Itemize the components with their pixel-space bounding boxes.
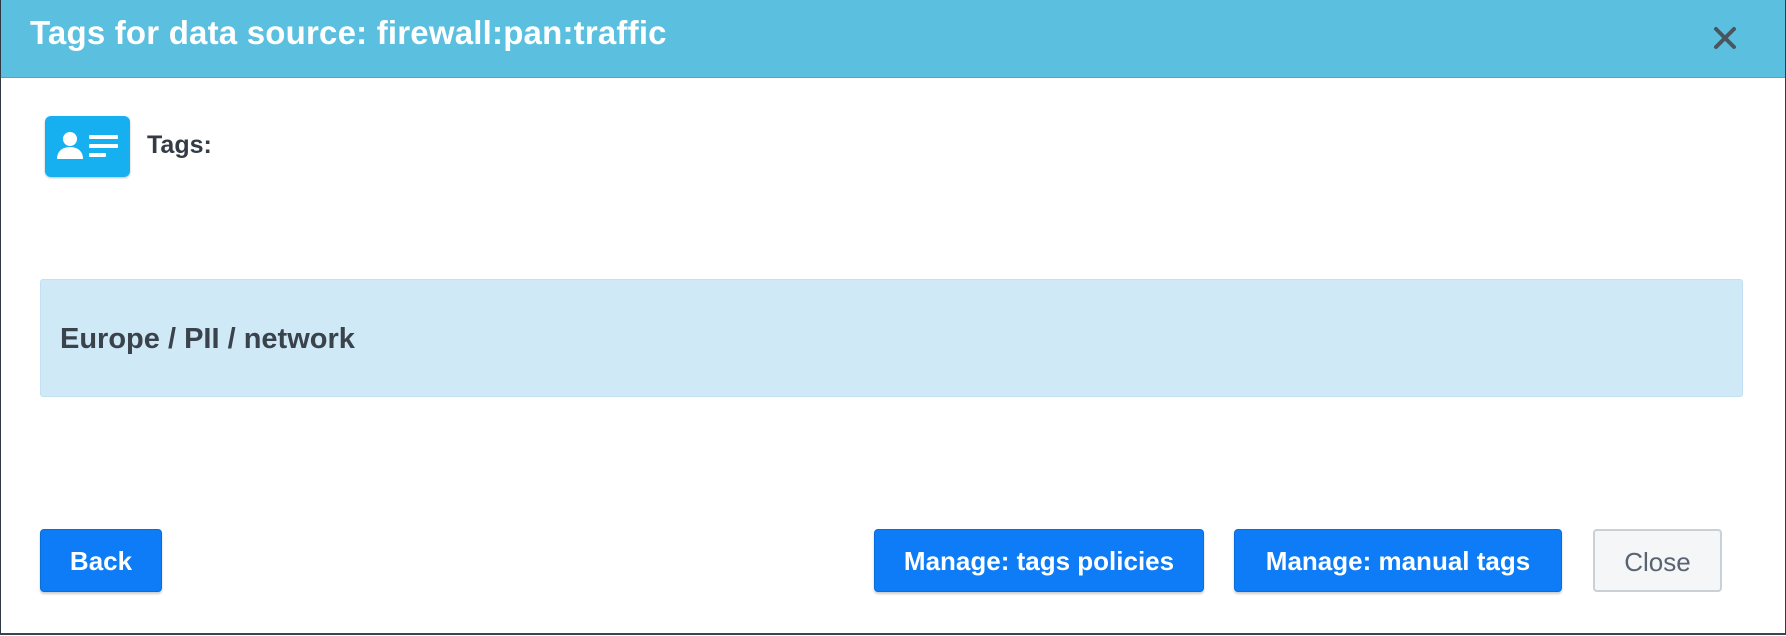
close-button[interactable]: Close [1593,529,1722,592]
close-icon[interactable] [1707,20,1743,56]
manage-tags-policies-button[interactable]: Manage: tags policies [874,529,1204,592]
dialog-header: Tags for data source: firewall:pan:traff… [1,0,1785,78]
dialog-title: Tags for data source: firewall:pan:traff… [30,14,667,51]
tags-label: Tags: [147,131,212,159]
back-button[interactable]: Back [40,529,162,592]
id-card-icon [45,116,130,177]
manage-manual-tags-button[interactable]: Manage: manual tags [1234,529,1562,592]
tags-dialog: Tags for data source: firewall:pan:traff… [0,0,1786,635]
tag-path: Europe / PII / network [60,323,355,355]
tag-panel: Europe / PII / network [40,279,1743,397]
